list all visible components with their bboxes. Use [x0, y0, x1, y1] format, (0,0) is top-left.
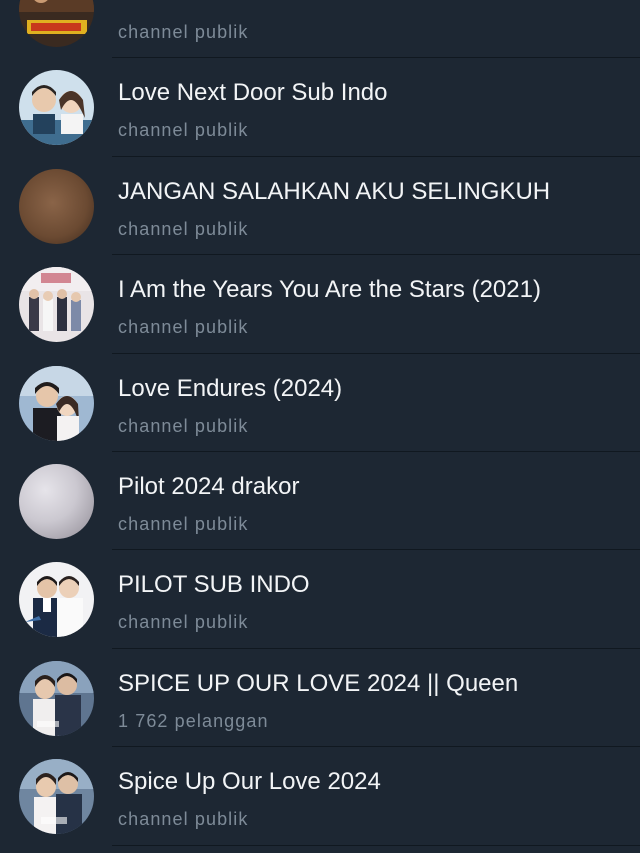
channel-avatar — [19, 660, 94, 736]
channel-title: Pilot 2024 drakor — [118, 472, 300, 500]
channel-item[interactable]: Love Endures (2024) channel publik — [0, 354, 640, 452]
channel-item[interactable]: Love Next Door Sub Indo channel publik — [0, 58, 640, 157]
channel-item[interactable]: I Am the Years You Are the Stars (2021) … — [0, 255, 640, 354]
channel-subtitle: channel publik — [118, 317, 249, 338]
channel-subtitle: channel publik — [118, 513, 249, 534]
channel-avatar — [19, 365, 94, 441]
channel-avatar — [19, 267, 94, 343]
channel-item[interactable]: SPICE UP OUR LOVE 2024 || Queen 1 762 pe… — [0, 649, 640, 748]
channel-subtitle: channel publik — [118, 809, 249, 830]
channel-avatar — [19, 0, 94, 47]
channel-avatar — [19, 759, 94, 835]
channel-item[interactable]: Spice Up Our Love 2024 channel publik — [0, 747, 640, 846]
channel-subtitle: channel publik — [118, 415, 249, 436]
channel-subtitle: 1 762 pelanggan — [118, 710, 269, 731]
channel-avatar — [19, 562, 94, 638]
channel-avatar — [19, 70, 94, 146]
channel-title: JANGAN SALAHKAN AKU SELINGKUH — [118, 177, 551, 205]
channel-subtitle: channel publik — [118, 218, 249, 239]
channel-title: Love Endures (2024) — [118, 374, 343, 402]
channel-subtitle: channel publik — [118, 612, 249, 633]
channel-item[interactable]: PILOT SUB INDO channel publik — [0, 550, 640, 649]
channel-title: I Am the Years You Are the Stars (2021) — [118, 276, 541, 304]
channel-avatar — [19, 463, 94, 539]
channel-list: channel publik Love Next Door Sub Indo c… — [0, 0, 640, 846]
channel-title: Love Next Door Sub Indo — [118, 79, 388, 107]
channel-subtitle: channel publik — [118, 120, 249, 141]
channel-title: PILOT SUB INDO — [118, 571, 310, 599]
channel-title: SPICE UP OUR LOVE 2024 || Queen — [118, 669, 519, 697]
channel-title: Spice Up Our Love 2024 — [118, 768, 381, 796]
channel-subtitle: channel publik — [118, 22, 249, 42]
channel-item[interactable]: JANGAN SALAHKAN AKU SELINGKUH channel pu… — [0, 157, 640, 256]
divider — [112, 844, 640, 846]
channel-item[interactable]: Pilot 2024 drakor channel publik — [0, 452, 640, 551]
channel-avatar — [19, 168, 94, 244]
channel-item[interactable]: channel publik — [0, 0, 640, 59]
